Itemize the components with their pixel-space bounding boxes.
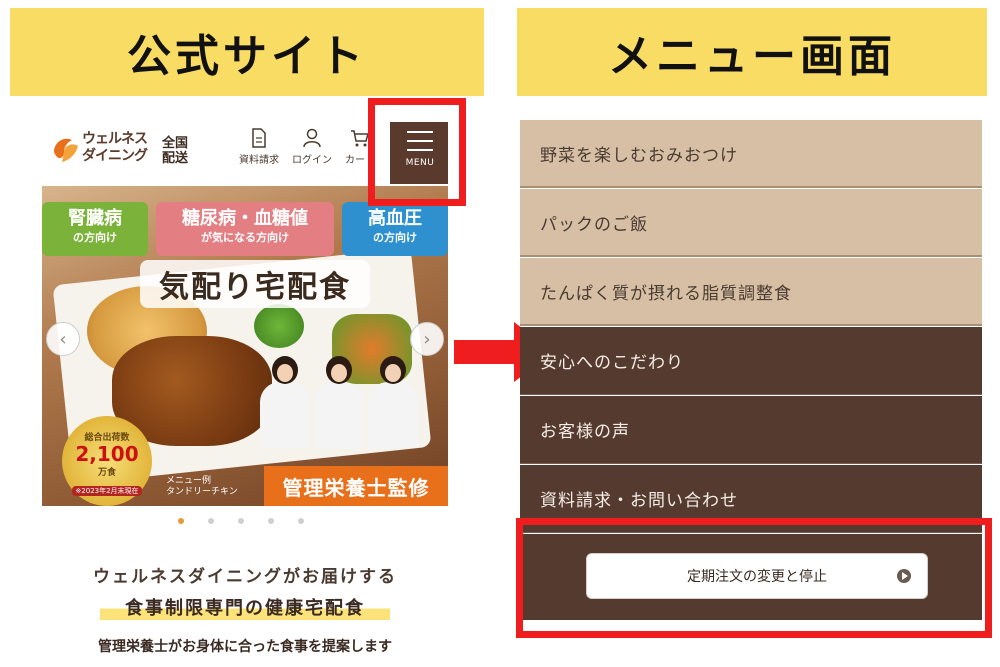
intro-line1: ウェルネスダイニングがお届けする: [93, 567, 397, 587]
intro-line2: 食事制限専門の健康宅配食: [100, 594, 390, 620]
zenkoku-line2: 配送: [162, 151, 189, 166]
shipment-count-badge: 総合出荷数 2,100 万食 ※2023年2月末現在: [62, 416, 152, 506]
cart-icon: [351, 130, 369, 147]
intro-line3: 管理栄養士がお身体に合った食事を提案します: [98, 639, 392, 655]
carousel-dot[interactable]: [268, 518, 274, 524]
tag-bp-main: 高血圧: [368, 208, 422, 229]
chevron-left-icon: ‹: [59, 328, 67, 350]
menu-item-customer-voices[interactable]: お客様の声: [520, 396, 982, 464]
wellness-dining-logo[interactable]: ウェルネス ダイニング: [50, 130, 150, 172]
login-button[interactable]: ログイン: [286, 128, 338, 166]
menu-highlight-frame: [368, 98, 466, 206]
carousel-dot[interactable]: [178, 518, 184, 524]
menu-item-safety-commitment[interactable]: 安心へのこだわり: [520, 327, 982, 395]
menu-item-label: お客様の声: [540, 422, 630, 442]
logo-text: ウェルネス ダイニング: [82, 131, 148, 165]
menu-example-note: メニュー例 タンドリーチキン: [166, 476, 238, 498]
right-banner-title: メニュー画面: [608, 31, 896, 82]
menu-item-label: 安心へのこだわり: [540, 353, 684, 373]
document-request-button[interactable]: 資料請求: [232, 128, 286, 166]
carousel-dot[interactable]: [298, 518, 304, 524]
dietitian-staff-image: [260, 338, 420, 448]
carousel-prev-button[interactable]: ‹: [46, 322, 80, 356]
menu-item-packed-rice[interactable]: パックのご飯: [520, 189, 982, 257]
order-highlight-frame: [516, 518, 992, 638]
right-section-banner: メニュー画面: [517, 8, 987, 96]
tag-kidney-main: 腎臓病: [68, 208, 122, 229]
logo-text-line1: ウェルネス: [82, 131, 148, 147]
login-label: ログイン: [292, 155, 332, 166]
user-icon: [303, 128, 321, 148]
tag-bp-sub: の方向け: [373, 231, 417, 244]
tag-kidney-disease: 腎臓病 の方向け: [42, 202, 148, 256]
menu-item-miso-soup[interactable]: 野菜を楽しむおみおつけ: [520, 120, 982, 188]
dietitian-supervised-label: 管理栄養士監修: [264, 466, 448, 506]
nationwide-delivery-label: 全国 配送: [162, 136, 188, 166]
carousel-dot[interactable]: [238, 518, 244, 524]
carousel-dot[interactable]: [208, 518, 214, 524]
menu-note-line1: メニュー例: [166, 476, 212, 486]
tag-diabetes: 糖尿病・血糖値 が気になる方向け: [156, 202, 334, 256]
tag-hypertension: 高血圧 の方向け: [342, 202, 448, 256]
menu-item-label: 資料請求・お問い合わせ: [540, 491, 738, 511]
badge-unit: 万食: [97, 468, 116, 478]
carousel-indicators: [178, 518, 304, 524]
menu-item-label: たんぱく質が摂れる脂質調整食: [540, 283, 792, 304]
document-icon: [252, 128, 266, 148]
logo-mark-icon: [54, 138, 78, 162]
badge-number: 2,100: [75, 442, 139, 466]
left-section-banner: 公式サイト: [10, 8, 484, 96]
logo-text-line2: ダイニング: [82, 148, 148, 164]
hero-headline: 気配り宅配食: [140, 260, 370, 308]
badge-note: ※2023年2月末現在: [72, 486, 142, 496]
tag-diabetes-main: 糖尿病・血糖値: [182, 208, 308, 229]
left-banner-title: 公式サイト: [127, 31, 367, 82]
tag-diabetes-sub: が気になる方向け: [201, 231, 289, 244]
zenkoku-line1: 全国: [162, 136, 189, 151]
tag-kidney-sub: の方向け: [73, 231, 117, 244]
menu-item-label: パックのご飯: [540, 214, 648, 235]
menu-item-label: 野菜を楽しむおみおつけ: [540, 145, 738, 166]
chevron-right-icon: ›: [423, 328, 431, 350]
menu-note-line2: タンドリーチキン: [166, 487, 238, 497]
document-request-label: 資料請求: [239, 155, 279, 166]
menu-item-protein-fat-meal[interactable]: たんぱく質が摂れる脂質調整食: [520, 258, 982, 326]
